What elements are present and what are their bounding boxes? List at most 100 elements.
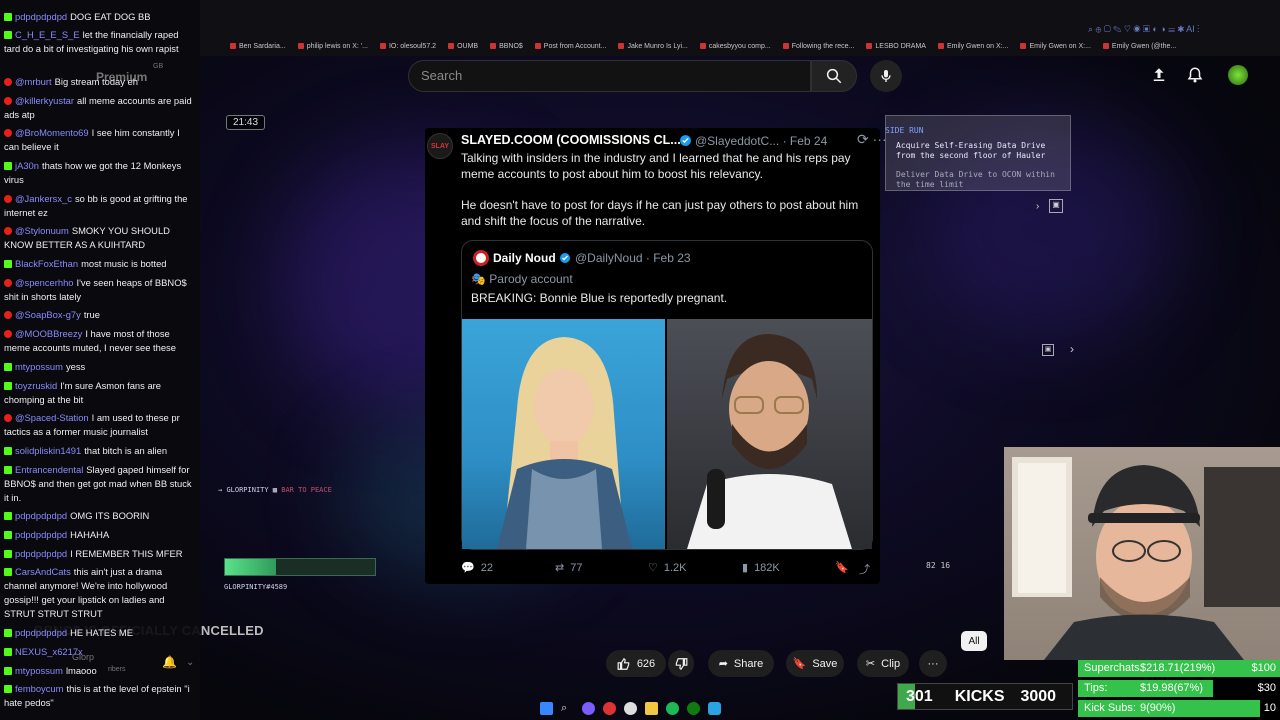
chat-text: lmaooo — [65, 665, 97, 676]
bookmark-item[interactable]: Emily Gwen on X:... — [937, 40, 1008, 52]
avatar[interactable] — [1228, 65, 1248, 85]
thumbs-down-icon — [675, 657, 688, 670]
app-icon[interactable] — [582, 701, 595, 715]
tweet-paragraph-1: Talking with insiders in the industry an… — [461, 151, 851, 181]
chat-username[interactable]: @MOOBBreezy — [15, 328, 82, 339]
chat-username[interactable]: CarsAndCats — [15, 566, 71, 577]
upload-icon[interactable] — [1150, 66, 1168, 89]
chat-message: solidpliskin1491 that bitch is an alien — [4, 444, 197, 458]
bookmark-item[interactable]: BBNO$ — [490, 40, 523, 52]
bookmark-item[interactable]: Ben Sardaria... — [230, 40, 286, 52]
kick-badge-icon — [4, 13, 12, 21]
search-button[interactable] — [811, 60, 857, 92]
opera-icon[interactable] — [603, 701, 616, 715]
player-tag-name: GLORPINITY — [226, 486, 269, 494]
player-id: GLORPINITY#4589 — [224, 583, 288, 591]
more-actions-button[interactable]: ··· — [919, 650, 947, 677]
chat-username[interactable]: @Stylonuum — [15, 225, 69, 236]
windows-icon[interactable] — [540, 701, 553, 715]
stream-goals: Superchats: $218.71(219%) $100 Tips: $19… — [1078, 660, 1280, 720]
bookmark-favicon-icon — [490, 43, 497, 49]
share-tweet-icon[interactable]: ⤴ — [859, 561, 870, 577]
goal-tips: Tips: $19.98(67%) $30 — [1078, 680, 1280, 697]
chat-username[interactable]: BlackFoxEthan — [15, 258, 78, 269]
kick-badge-icon — [4, 550, 12, 558]
chat-username[interactable]: mtypossum — [15, 361, 63, 372]
save-button[interactable]: 🔖 Save — [786, 650, 844, 677]
quote-handle: @DailyNoud · Feb 23 — [575, 251, 691, 265]
folder-icon[interactable] — [645, 701, 658, 715]
bookmark-item[interactable]: IO: olesoul57.2 — [379, 40, 436, 52]
bell-icon[interactable] — [1186, 66, 1204, 89]
chat-username[interactable]: Entrancendental — [15, 464, 83, 475]
telegram-icon[interactable] — [708, 701, 721, 715]
chat-message: femboycum this is at the level of epstein… — [4, 682, 197, 710]
chat-username[interactable]: pdpdpdpdpd — [15, 510, 67, 521]
chat-username[interactable]: femboycum — [15, 683, 63, 694]
search-input[interactable]: Search — [408, 60, 811, 92]
search-icon[interactable]: ⌕ — [561, 702, 574, 715]
video-timestamp: 21:43 — [226, 115, 266, 130]
bookmark-favicon-icon — [782, 43, 789, 49]
chat-panel: Premium GB Glorp ribers 🔔 ⌄ pdpdpdpdpd DO… — [0, 0, 200, 720]
bookmark-label: Emily Gwen (@the... — [1111, 42, 1177, 50]
quest-line-4: the time limit — [896, 180, 964, 189]
bookmark-favicon-icon — [866, 43, 873, 49]
chat-username[interactable]: NEXUS_x6217x — [15, 646, 83, 657]
xbox-icon[interactable] — [687, 701, 700, 715]
chat-username[interactable]: @SoapBox-g7y — [15, 309, 81, 320]
repost-count[interactable]: ⇄ 77 — [555, 561, 582, 575]
chat-username[interactable]: pdpdpdpdpd — [15, 548, 67, 559]
tweet-date: · Feb 24 — [782, 134, 828, 148]
chat-username[interactable]: jA30n — [15, 160, 39, 171]
youtube-badge-icon — [4, 227, 12, 235]
chevron-right-icon: › — [1036, 201, 1040, 212]
bookmark-item[interactable]: cakesbyyou comp... — [699, 40, 771, 52]
like-count[interactable]: ♡ 1.2K — [648, 561, 687, 575]
chat-username[interactable]: @Spaced-Station — [15, 412, 89, 423]
reply-count[interactable]: 💬 22 — [461, 561, 493, 575]
chat-username[interactable]: C_H_E_E_S_E — [15, 29, 80, 40]
bookmark-item[interactable]: Emily Gwen on X:... — [1020, 40, 1091, 52]
clip-button[interactable]: ✂ Clip — [857, 650, 909, 677]
bookmark-item[interactable]: Emily Gwen (@the... — [1102, 40, 1177, 52]
chat-message: mtypossum lmaooo — [4, 664, 197, 678]
chat-username[interactable]: pdpdpdpdpd — [15, 627, 67, 638]
like-button[interactable]: 626 — [606, 650, 666, 677]
more-icon[interactable]: ⟳ ··· — [857, 131, 887, 148]
bookmark-item[interactable]: Following the rece... — [782, 40, 854, 52]
bookmark-item[interactable]: LESBO DRAMA — [866, 40, 926, 52]
chat-username[interactable]: @Jankersx_c — [15, 193, 72, 204]
quote-text: BREAKING: Bonnie Blue is reportedly preg… — [471, 291, 728, 305]
youtube-badge-icon — [4, 97, 12, 105]
chat-username[interactable]: pdpdpdpdpd — [15, 529, 67, 540]
repost-icon: ⇄ — [555, 562, 565, 574]
dislike-button[interactable] — [668, 650, 694, 677]
bookmark-item[interactable]: Post from Account... — [534, 40, 607, 52]
chat-username[interactable]: @killerkyustar — [15, 95, 74, 106]
voice-search-button[interactable] — [870, 60, 902, 92]
bookmark-label: philip lewis on X: '... — [306, 42, 368, 50]
like-count-text: 1.2K — [663, 561, 687, 574]
bookmark-item[interactable]: philip lewis on X: '... — [297, 40, 368, 52]
chat-username[interactable]: @spencerhho — [15, 277, 74, 288]
chat-username[interactable]: solidpliskin1491 — [15, 445, 81, 456]
bookmark-label: LESBO DRAMA — [875, 42, 926, 50]
chat-username[interactable]: @BroMomento69 — [15, 127, 89, 138]
bookmark-icon[interactable]: 🔖 — [835, 561, 849, 574]
extensions-icon[interactable]: ⌕ ⊕ ▢ ✎ ♡ ◉ ▣ ◐ ◑ ☰ ✱ AI ⋮ — [1088, 24, 1199, 35]
chat-message: Entrancendental Slayed gaped himself for … — [4, 463, 197, 505]
chat-message: @SoapBox-g7y true — [4, 308, 197, 322]
bookmark-item[interactable]: Jake Munro Is Lyi... — [618, 40, 688, 52]
chat-username[interactable]: mtypossum — [15, 665, 63, 676]
bookmark-item[interactable]: OUMB — [448, 40, 478, 52]
spotify-icon[interactable] — [666, 701, 679, 715]
chat-username[interactable]: toyzruskid — [15, 380, 57, 391]
share-button[interactable]: ➦ Share — [708, 650, 774, 677]
chat-username[interactable]: pdpdpdpdpd — [15, 11, 67, 22]
chat-username[interactable]: @mrburt — [15, 76, 52, 87]
bookmark-label: Post from Account... — [543, 42, 607, 50]
view-count[interactable]: ▮ 182K — [742, 561, 780, 575]
chrome-icon[interactable] — [624, 701, 637, 715]
filter-chip-all[interactable]: All — [961, 631, 987, 651]
